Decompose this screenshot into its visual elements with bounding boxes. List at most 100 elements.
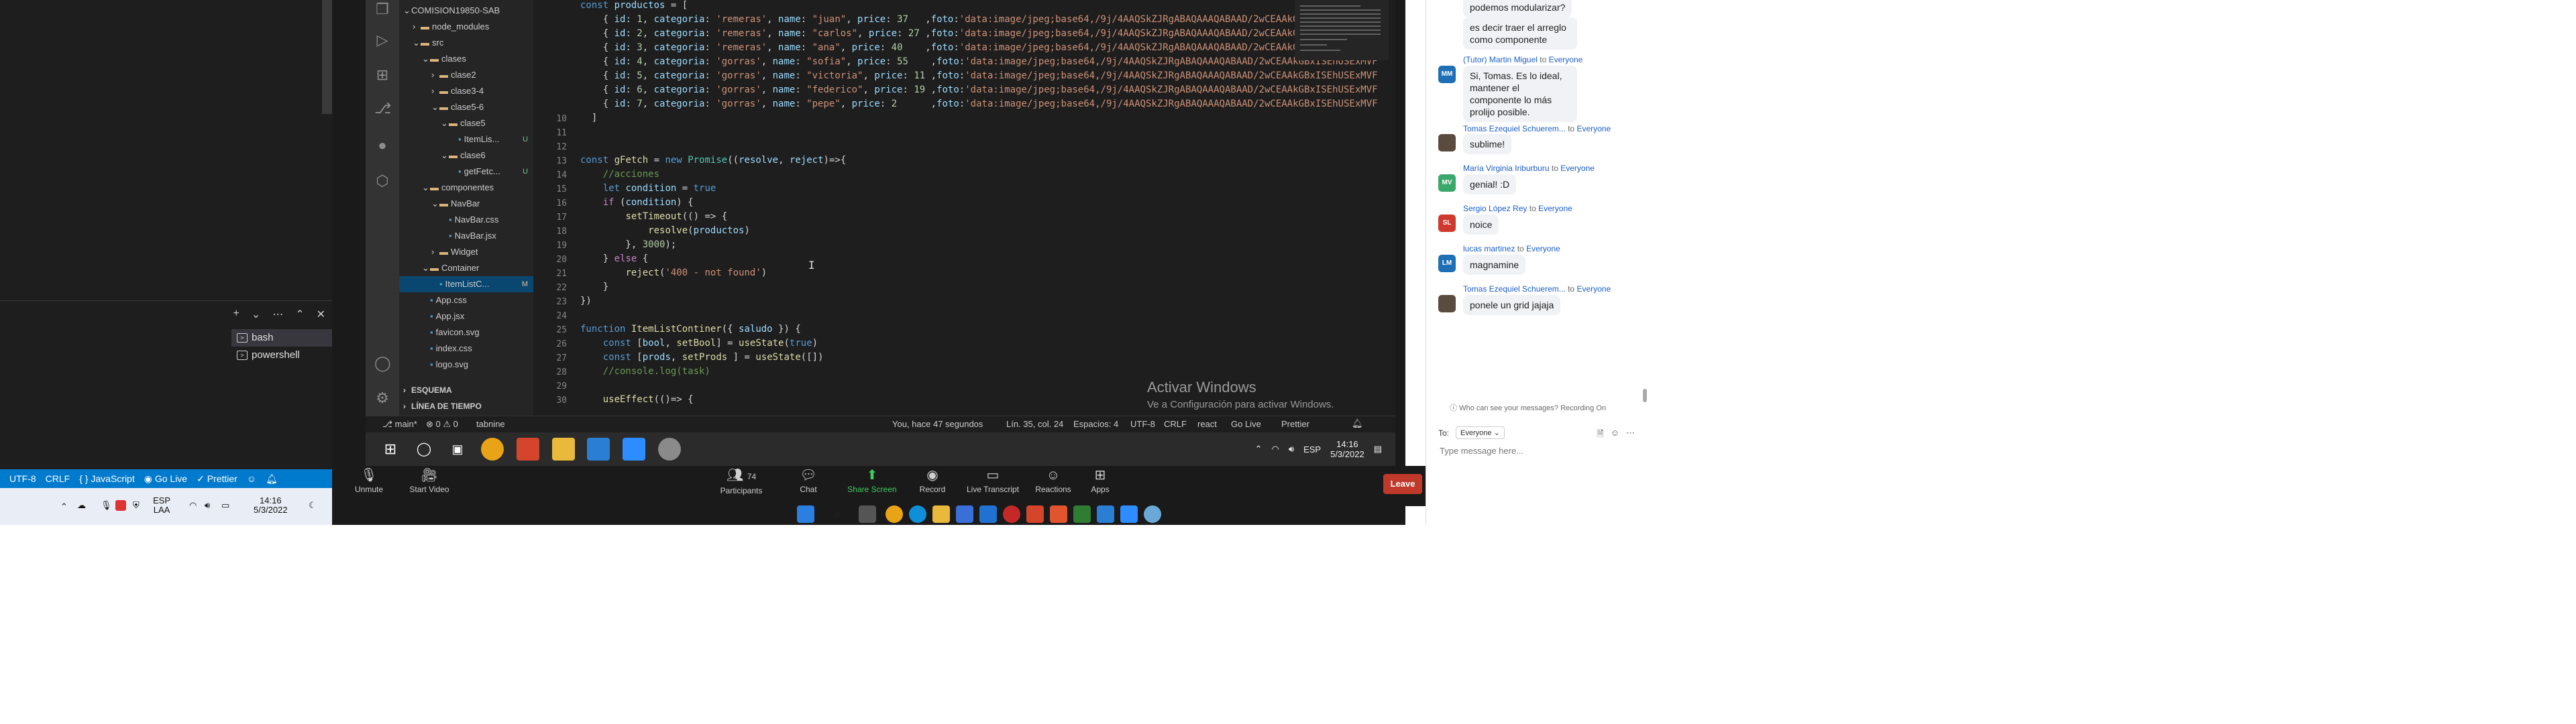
record-button[interactable]: ◉ Record xyxy=(909,466,956,494)
file-item[interactable]: ▪ getFetc... U xyxy=(399,164,533,180)
status-golive[interactable]: ◉ Go Live xyxy=(144,473,187,485)
file-item[interactable]: ▪ favicon.svg xyxy=(399,324,533,341)
local-editor-scrollbar[interactable] xyxy=(322,0,332,114)
status-tabnine[interactable]: tabnine xyxy=(476,419,505,429)
chat-sender[interactable]: (Tutor) Martin Miguel to Everyone xyxy=(1463,55,1582,64)
chat-sender[interactable]: Tomas Ezequiel Schuerem... to Everyone xyxy=(1463,284,1611,294)
file-item[interactable]: ▪ ItemLis... U xyxy=(399,131,533,147)
folder-item[interactable]: ⌄▬ clase5-6 xyxy=(399,99,533,115)
maximize-panel-icon[interactable]: ⌃ xyxy=(295,308,304,321)
folder-item[interactable]: › ▬ node_modules xyxy=(399,19,533,35)
network-icon[interactable]: ◠ xyxy=(1272,444,1279,455)
chat-message[interactable]: magnamine xyxy=(1463,255,1526,275)
folder-item[interactable]: ⌄▬ Container xyxy=(399,260,533,276)
file-item[interactable]: ▪ logo.svg xyxy=(399,357,533,373)
status-eol[interactable]: CRLF xyxy=(46,473,70,484)
chat-message[interactable]: genial! :D xyxy=(1463,174,1517,194)
terminal-dropdown-icon[interactable]: ⌄ xyxy=(252,308,260,321)
task-view-icon[interactable]: ▣ xyxy=(446,438,469,461)
notification-center-icon[interactable]: ▤ xyxy=(1374,444,1382,455)
chat-recipient-dropdown[interactable]: Everyone ⌄ xyxy=(1456,426,1505,439)
status-golive[interactable]: Go Live xyxy=(1231,419,1261,429)
chat-sender[interactable]: lucas martinez to Everyone xyxy=(1463,244,1560,253)
brave-icon[interactable] xyxy=(517,438,539,461)
keyboard-language[interactable]: ESP LAA xyxy=(153,496,170,515)
file-explorer-icon[interactable] xyxy=(932,505,950,523)
folder-item[interactable]: › ▬ clase3-4 xyxy=(399,83,533,99)
status-spaces[interactable]: Espacios: 4 xyxy=(1073,419,1118,429)
mail-icon[interactable] xyxy=(979,505,997,523)
clock[interactable]: 14:16 5/3/2022 xyxy=(254,496,288,515)
chat-message[interactable]: podemos modularizar? xyxy=(1463,0,1572,17)
chat-visibility-note[interactable]: ⓘ Who can see your messages? Recording O… xyxy=(1450,402,1606,413)
cloud-icon[interactable]: ☁ xyxy=(77,500,86,511)
close-panel-icon[interactable]: ✕ xyxy=(317,308,325,321)
share-screen-button[interactable]: ⬆ Share Screen xyxy=(839,466,906,494)
store-icon[interactable] xyxy=(956,505,973,523)
folder-item[interactable]: ⌄▬ componentes xyxy=(399,180,533,196)
more-icon[interactable]: ⋯ xyxy=(272,308,283,321)
manage-gear-icon[interactable]: ⚙ xyxy=(374,390,390,406)
bell-icon[interactable]: 🔔︎ xyxy=(1352,418,1363,429)
chat-sender[interactable]: Tomas Ezequiel Schuerem... to Everyone xyxy=(1463,124,1611,133)
security-icon[interactable]: ⛨ xyxy=(133,500,140,511)
live-transcript-button[interactable]: ▭ Live Transcript xyxy=(959,466,1026,494)
new-terminal-icon[interactable]: + xyxy=(233,308,239,321)
volume-icon[interactable]: 🔊︎ xyxy=(205,500,210,511)
mic-icon[interactable]: 🎙︎ xyxy=(101,500,112,511)
more-icon[interactable]: ⋯ xyxy=(1626,428,1635,442)
battery-icon[interactable]: ▭ xyxy=(221,500,229,511)
folder-item[interactable]: ⌄▬ src xyxy=(399,35,533,51)
zoom-icon[interactable] xyxy=(1120,505,1138,523)
file-item[interactable]: ▪ NavBar.jsx xyxy=(399,228,533,244)
chat-scrollbar[interactable] xyxy=(1643,389,1647,402)
file-item[interactable]: ▪ NavBar.css xyxy=(399,212,533,228)
file-explorer-icon[interactable] xyxy=(552,438,575,461)
app-icon[interactable] xyxy=(1073,505,1091,523)
feedback-icon[interactable]: ☺ xyxy=(247,473,256,484)
show-hidden-icons[interactable]: ⌃ xyxy=(60,501,68,512)
run-debug-icon[interactable]: ▷ xyxy=(374,32,390,48)
folder-item[interactable]: › ▬ clase2 xyxy=(399,67,533,83)
search-icon[interactable]: ◯ xyxy=(413,438,435,461)
remote-icon[interactable]: ⬡ xyxy=(374,173,390,189)
task-view-icon[interactable] xyxy=(859,505,876,523)
status-blame[interactable]: You, hace 47 segundos xyxy=(892,419,983,429)
chat-message-input[interactable] xyxy=(1438,445,1635,457)
workspace-root[interactable]: ⌄COMISION19850-SAB xyxy=(399,3,533,19)
wifi-icon[interactable]: ◠ xyxy=(189,500,197,511)
accounts-icon[interactable]: ◯ xyxy=(374,355,391,371)
status-branch[interactable]: ⎇ main* xyxy=(382,419,417,430)
file-item[interactable]: ▪ index.css xyxy=(399,341,533,357)
chrome-icon[interactable] xyxy=(885,505,903,523)
file-item[interactable]: ▪ ItemListC... M xyxy=(399,276,533,292)
folder-item[interactable]: › ▬ Widget xyxy=(399,244,533,260)
chat-message[interactable]: ponele un grid jajaja xyxy=(1463,295,1561,315)
app-tray-icon[interactable] xyxy=(115,500,126,511)
opera-icon[interactable] xyxy=(1003,505,1020,523)
volume-icon[interactable]: 🔊︎ xyxy=(1289,444,1294,455)
folder-item[interactable]: ⌄▬ NavBar xyxy=(399,196,533,212)
chat-message[interactable]: sublime! xyxy=(1463,134,1512,154)
app-icon[interactable] xyxy=(1144,505,1161,523)
terminal-item-powershell[interactable]: > powershell xyxy=(231,347,332,364)
file-item[interactable]: ▪ App.css xyxy=(399,292,533,308)
show-hidden-icons[interactable]: ⌃ xyxy=(1255,444,1263,455)
brave-icon[interactable] xyxy=(1050,505,1067,523)
app-icon[interactable] xyxy=(658,438,681,461)
status-problems[interactable]: ⊗ 0 ⚠ 0 xyxy=(426,419,458,430)
outline-section[interactable]: › ESQUEMA xyxy=(399,382,533,398)
code-minimap[interactable] xyxy=(1295,0,1389,60)
remote-code-editor[interactable]: 10 11 12 13 14 15 16 17 18 19 20 21 22 23 24 25 26 27 28 29… xyxy=(533,0,1395,416)
source-control-icon[interactable]: ⎇ xyxy=(374,101,391,117)
file-icon[interactable]: 🗎︎ xyxy=(1597,428,1603,442)
remote-clock[interactable]: 14:16 5/3/2022 xyxy=(1330,439,1364,459)
status-position[interactable]: Lín. 35, col. 24 xyxy=(1006,419,1063,429)
vscode-icon[interactable] xyxy=(587,438,610,461)
status-prettier[interactable]: Prettier xyxy=(1281,419,1309,429)
leave-button[interactable]: Leave xyxy=(1383,474,1422,494)
status-language[interactable]: react xyxy=(1197,419,1217,429)
search-icon[interactable]: ⌕ xyxy=(829,505,847,523)
folder-item[interactable]: ⌄▬ clases xyxy=(399,51,533,67)
edge-icon[interactable] xyxy=(909,505,926,523)
